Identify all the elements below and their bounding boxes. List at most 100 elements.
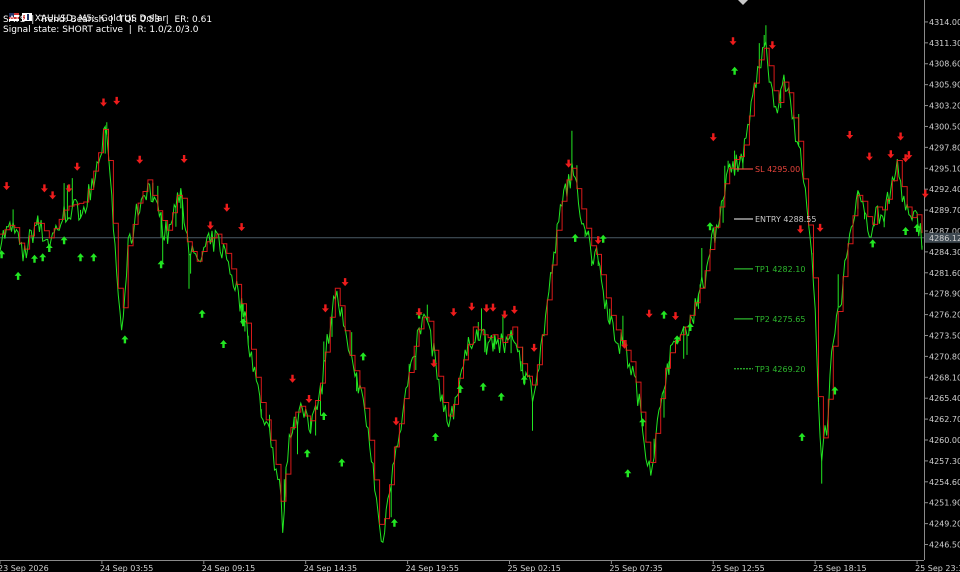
level-label-tp: TP3 4269.20	[754, 365, 805, 374]
arrow-up-icon	[479, 382, 487, 391]
arrow-down-icon	[887, 150, 895, 159]
arrow-down-icon	[645, 309, 653, 318]
x-tick-label: 23 Sep 2026	[0, 564, 49, 572]
trend-step-line	[0, 47, 923, 525]
arrow-up-icon	[456, 384, 464, 393]
arrow-up-icon	[45, 244, 53, 252]
y-tick-label: 4276.20	[929, 311, 960, 320]
arrow-down-icon	[489, 303, 497, 312]
scroll-marker-icon[interactable]	[738, 0, 748, 5]
y-tick-label: 4300.50	[929, 122, 960, 131]
x-tick-label: 25 Sep 23:35	[915, 564, 960, 572]
arrow-up-icon	[798, 432, 806, 441]
arrow-up-icon	[338, 458, 346, 467]
arrow-up-icon	[902, 227, 910, 235]
arrow-down-icon	[305, 395, 313, 403]
arrow-up-icon	[14, 271, 22, 280]
arrow-down-icon	[40, 184, 48, 193]
x-tick-label: 24 Sep 19:55	[406, 564, 459, 572]
arrow-down-icon	[501, 310, 509, 319]
arrow-down-icon	[796, 225, 804, 234]
arrow-down-icon	[565, 159, 573, 168]
arrow-down-icon	[238, 223, 246, 232]
arrow-up-icon	[39, 253, 47, 262]
y-tick-label: 4251.90	[929, 499, 960, 508]
arrow-down-icon	[223, 203, 231, 212]
arrow-down-icon	[709, 133, 717, 142]
arrow-up-icon	[157, 260, 165, 269]
arrow-down-icon	[921, 189, 929, 198]
arrow-down-icon	[321, 304, 329, 313]
y-tick-label: 4249.20	[929, 520, 960, 529]
arrow-down-icon	[3, 182, 11, 191]
arrow-up-icon	[432, 432, 439, 441]
signal-line: Signal state: SHORT active | R: 1.0/2.0/…	[3, 25, 199, 35]
y-tick-label: 4295.10	[929, 164, 960, 173]
arrow-up-icon	[390, 518, 398, 527]
arrow-down-icon	[729, 37, 737, 46]
arrow-up-icon	[303, 449, 311, 458]
y-tick-label: 4284.30	[929, 248, 960, 257]
arrow-up-icon	[239, 318, 247, 327]
arrow-up-icon	[639, 418, 647, 427]
arrow-up-icon	[520, 375, 528, 384]
arrow-up-icon	[31, 254, 38, 263]
arrow-up-icon	[571, 233, 579, 242]
arrow-down-icon	[816, 223, 824, 232]
arrow-down-icon	[392, 417, 400, 426]
arrow-down-icon	[180, 155, 188, 163]
arrow-down-icon	[510, 305, 518, 314]
arrow-up-icon	[198, 309, 206, 318]
y-tick-label: 4246.50	[929, 541, 960, 550]
y-tick-label: 4297.80	[929, 143, 960, 152]
arrow-down-icon	[49, 191, 57, 200]
arrow-down-icon	[136, 155, 144, 164]
y-tick-label: 4278.90	[929, 290, 960, 299]
arrow-up-icon	[660, 310, 668, 319]
level-label-tp: TP1 4282.10	[754, 265, 805, 274]
y-tick-label: 4268.10	[929, 373, 960, 382]
x-tick-label: 24 Sep 14:35	[304, 564, 357, 572]
y-tick-label: 4305.90	[929, 81, 960, 90]
arrow-down-icon	[530, 343, 538, 352]
arrow-down-icon	[206, 221, 214, 230]
x-tick-label: 24 Sep 09:15	[202, 564, 255, 572]
arrow-up-icon	[0, 250, 6, 259]
arrow-down-icon	[100, 98, 107, 107]
arrow-down-icon	[289, 374, 296, 383]
arrow-down-icon	[415, 308, 423, 317]
arrow-up-icon	[624, 469, 632, 478]
arrow-down-icon	[865, 152, 873, 161]
chart-window[interactable]: { "window": { "symbol_title": "XAUUSD, M…	[0, 0, 960, 572]
arrow-up-icon	[831, 386, 839, 395]
arrow-up-icon	[121, 335, 129, 344]
arrow-up-icon	[90, 253, 98, 262]
y-tick-label: 4292.40	[929, 185, 960, 194]
x-tick-label: 25 Sep 02:15	[507, 564, 560, 572]
y-tick-label: 4289.70	[929, 206, 960, 215]
y-tick-label: 4260.00	[929, 436, 960, 445]
arrow-down-icon	[897, 132, 905, 141]
arrow-up-icon	[869, 239, 877, 248]
y-tick-label: 4270.80	[929, 352, 960, 361]
arrow-up-icon	[220, 340, 227, 348]
arrow-up-icon	[359, 352, 367, 361]
arrow-up-icon	[686, 323, 694, 331]
arrow-down-icon	[65, 184, 73, 193]
y-tick-label: 4311.30	[929, 39, 960, 48]
arrow-down-icon	[468, 302, 476, 311]
y-tick-label: 4314.00	[929, 18, 960, 27]
current-price-label: 4286.12	[929, 234, 960, 243]
y-tick-label: 4281.60	[929, 269, 960, 278]
level-label-entry: ENTRY 4288.55	[755, 215, 816, 224]
arrow-up-icon	[320, 412, 328, 420]
y-tick-label: 4254.60	[929, 478, 960, 487]
x-tick-label: 24 Sep 03:55	[100, 564, 153, 572]
arrow-up-icon	[731, 66, 739, 75]
arrow-up-icon	[599, 234, 607, 243]
arrow-down-icon	[768, 41, 776, 50]
price-chart[interactable]: 4314.00 4311.30 4308.60 4305.90 4303.20 4300.…	[0, 0, 960, 572]
arrow-down-icon	[846, 131, 854, 139]
arrow-down-icon	[483, 304, 490, 313]
arrow-down-icon	[450, 308, 458, 317]
